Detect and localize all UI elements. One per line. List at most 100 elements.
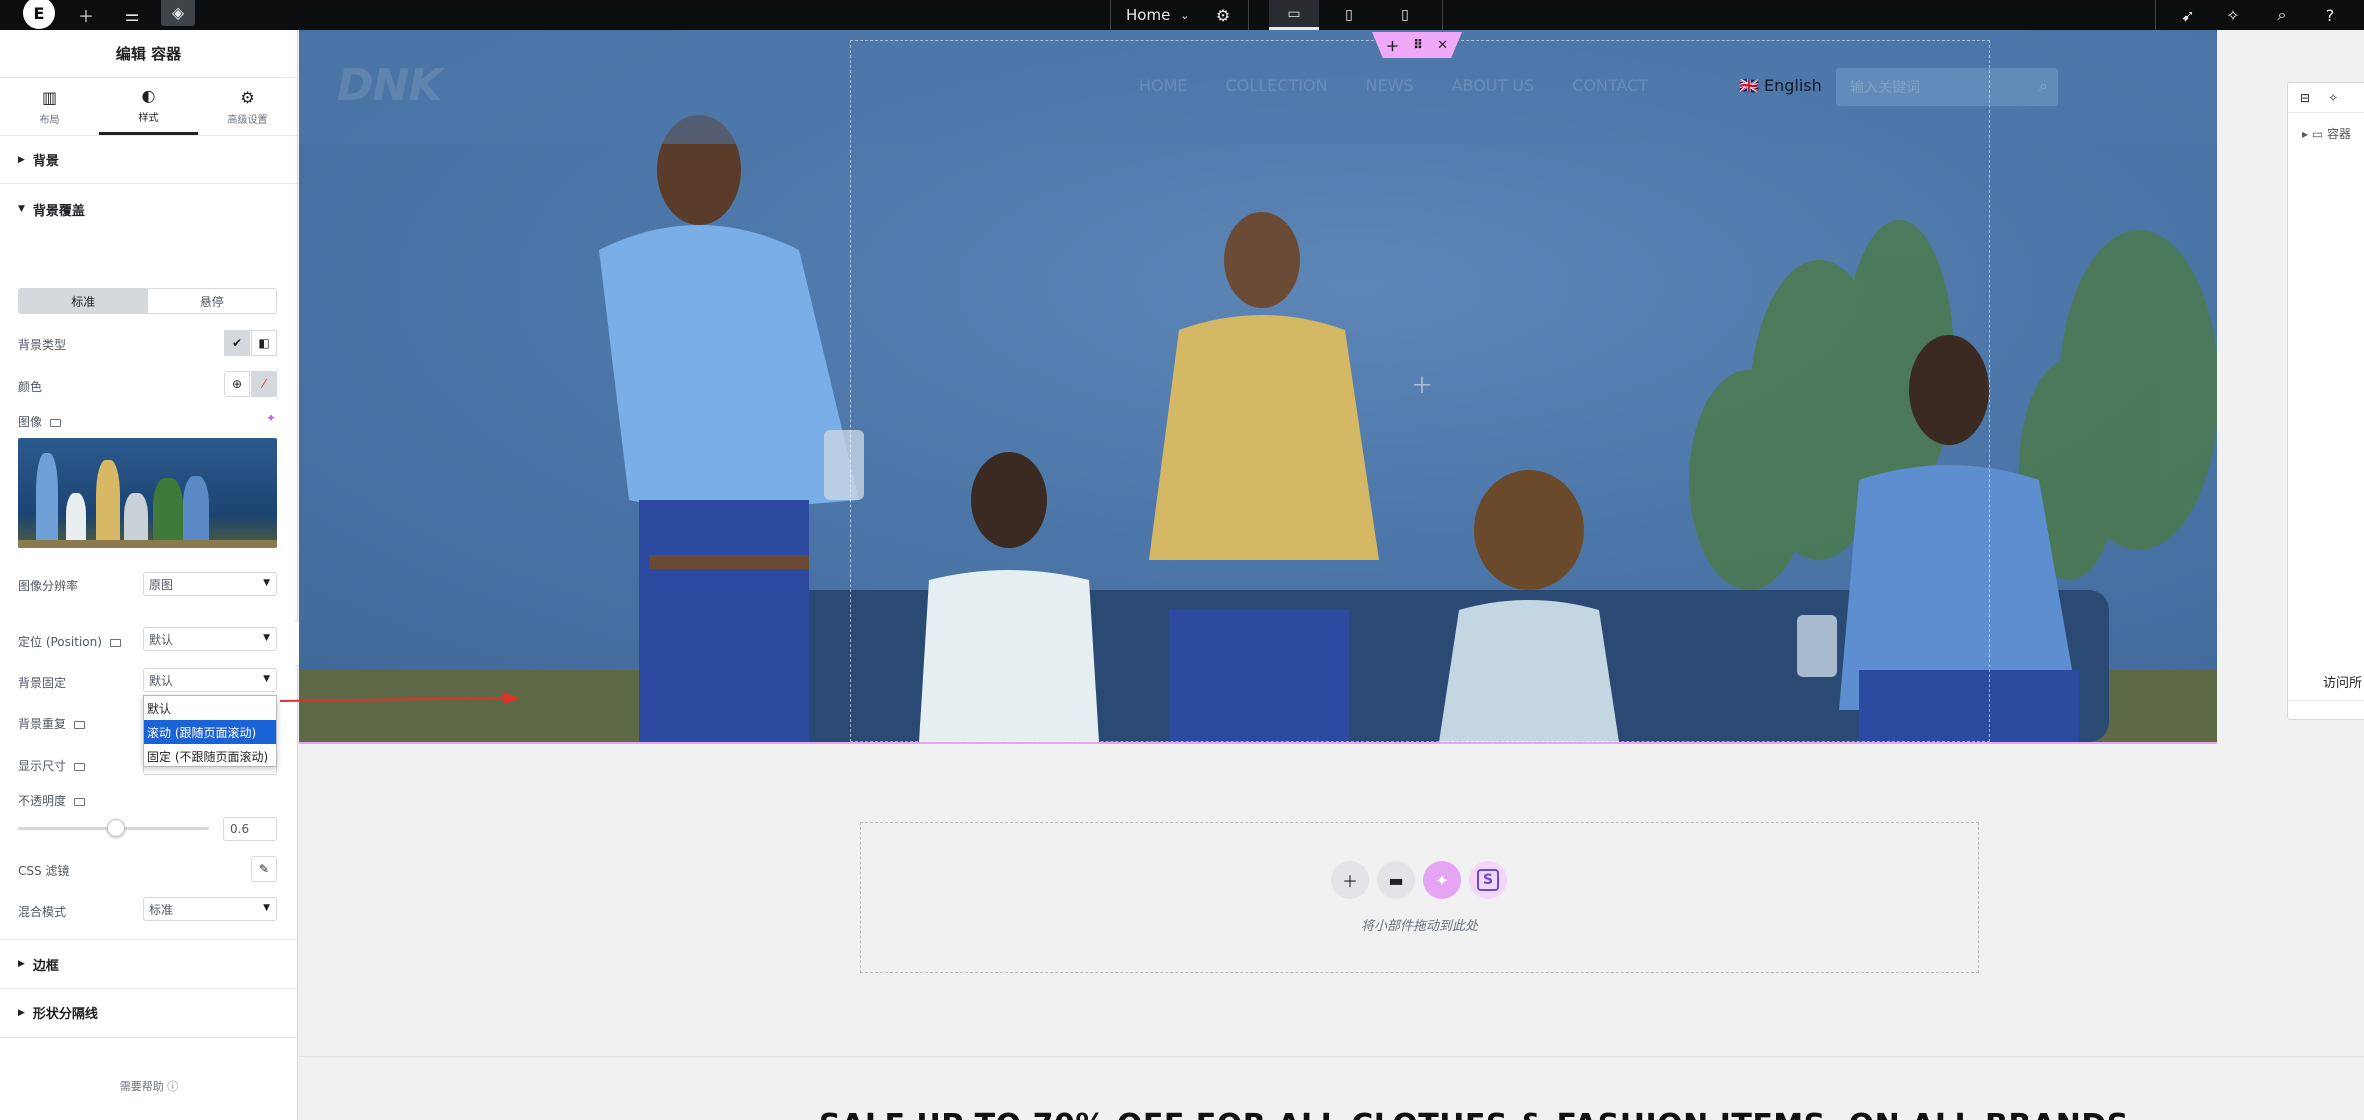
- caret-right-icon: ▶: [18, 154, 25, 165]
- container-handle[interactable]: ＋ ⠿ ✕: [1372, 32, 1462, 58]
- display-size-label-text: 显示尺寸: [18, 759, 67, 773]
- position-label-text: 定位 (Position): [18, 635, 102, 649]
- color-clear-icon[interactable]: ⁄: [251, 371, 277, 397]
- ai-sparkle-icon[interactable]: ✧: [2328, 91, 2338, 105]
- attachment-options-list: 默认 滚动 (跟随页面滚动) 固定 (不跟随页面滚动): [143, 695, 277, 767]
- annotation-arrow: [280, 692, 520, 704]
- sale-banner: SALE UP TO 70% OFF FOR ALL CLOTHES & FAS…: [819, 1108, 2129, 1120]
- css-filters-label: CSS 滤镜: [18, 864, 70, 878]
- image-preview[interactable]: [18, 438, 277, 548]
- select-value: 默认: [149, 673, 174, 688]
- select-value: 默认: [149, 632, 174, 647]
- tab-style[interactable]: ◐ 样式: [99, 78, 198, 135]
- repeat-label-text: 背景重复: [18, 717, 67, 731]
- desktop-icon: [109, 638, 121, 647]
- container-icon: ▭: [2311, 127, 2324, 141]
- separator: [1110, 0, 1111, 30]
- ai-sparkle-icon[interactable]: ✦: [266, 411, 276, 425]
- desktop-icon: [74, 720, 86, 729]
- section-label: 形状分隔线: [32, 1007, 98, 1022]
- image-resolution-select[interactable]: 原图 ▼: [143, 572, 277, 596]
- caret-right-icon: ▶: [18, 959, 25, 969]
- add-icon[interactable]: ＋: [1411, 368, 1433, 400]
- blend-mode-select[interactable]: 标准 ▼: [143, 897, 277, 921]
- tab-layout[interactable]: ▥ 布局: [0, 78, 99, 135]
- help-link[interactable]: 需要帮助 ⓘ: [0, 1078, 298, 1094]
- empty-container-dropzone[interactable]: ＋ ▬ ✦ S 将小部件拖动到此处: [860, 822, 1979, 973]
- drag-icon[interactable]: ⠿: [1413, 38, 1423, 53]
- navigator-item[interactable]: ▸ ▭ 容器: [2288, 113, 2364, 142]
- navigator-footer[interactable]: 访问所: [2323, 672, 2362, 691]
- select-value: 原图: [149, 577, 174, 592]
- edit-pencil-icon[interactable]: ✎: [251, 856, 277, 882]
- classic-check-icon[interactable]: ✔: [224, 330, 250, 356]
- page-name: Home: [1126, 6, 1171, 24]
- rocket-icon[interactable]: ➹: [2168, 0, 2208, 30]
- layers-icon[interactable]: ◈: [161, 0, 195, 26]
- layout-icon: ▥: [41, 87, 58, 107]
- page-selector[interactable]: Home ⌄: [1126, 0, 1190, 30]
- caret-down-icon: ▼: [18, 204, 25, 214]
- color-label: 颜色: [18, 380, 43, 394]
- repeat-label: 背景重复: [18, 715, 86, 732]
- opacity-input[interactable]: 0.6: [223, 817, 277, 841]
- desktop-icon: [74, 797, 86, 806]
- position-select[interactable]: 默认 ▼: [143, 627, 277, 651]
- add-icon[interactable]: ＋: [1331, 861, 1369, 899]
- attachment-label: 背景固定: [18, 676, 67, 690]
- help-icon: ⓘ: [167, 1080, 179, 1093]
- add-icon[interactable]: ＋: [1386, 36, 1399, 55]
- tab-advanced[interactable]: ⚙ 高级设置: [198, 78, 297, 135]
- opacity-label: 不透明度: [18, 792, 86, 809]
- tablet-icon[interactable]: ▯: [1324, 0, 1374, 30]
- option-fixed[interactable]: 固定 (不跟随页面滚动): [144, 744, 276, 768]
- section-divider: [299, 1056, 2364, 1057]
- image-label: 图像: [18, 413, 62, 430]
- select-value: 标准: [149, 902, 174, 917]
- tab-label: 高级设置: [227, 114, 268, 126]
- gear-icon[interactable]: ⚙: [1203, 0, 1243, 30]
- mobile-icon[interactable]: ▯: [1380, 0, 1430, 30]
- notifications-icon[interactable]: ✧: [2213, 0, 2253, 30]
- separator: [1442, 0, 1443, 30]
- contrast-icon: ◐: [141, 86, 156, 105]
- separator: [2155, 0, 2156, 30]
- display-size-label: 显示尺寸: [18, 757, 86, 774]
- option-default[interactable]: 默认: [144, 696, 276, 720]
- section-background-overlay[interactable]: ▼ 背景覆盖: [0, 184, 297, 234]
- section-label: 背景覆盖: [32, 203, 85, 219]
- desktop-icon[interactable]: ▭: [1269, 0, 1319, 30]
- state-normal[interactable]: 标准: [19, 289, 148, 313]
- search-icon[interactable]: ⌕: [2262, 0, 2302, 30]
- s-app-icon[interactable]: S: [1469, 861, 1507, 899]
- top-bar: E ＋ ⚌ ◈ Home ⌄ ⚙ ▭ ▯ ▯ ➹ ✧ ⌕ ?: [0, 0, 2364, 30]
- help-icon[interactable]: ?: [2310, 0, 2350, 30]
- dropzone-actions: ＋ ▬ ✦ S: [1331, 861, 1507, 899]
- folder-icon[interactable]: ▬: [1377, 861, 1415, 899]
- site-logo[interactable]: DNK: [337, 60, 442, 111]
- opacity-slider-handle[interactable]: [107, 819, 125, 837]
- section-label: 背景: [32, 154, 59, 169]
- state-hover[interactable]: 悬停: [148, 289, 277, 313]
- gradient-icon[interactable]: ◧: [251, 330, 277, 356]
- attachment-select[interactable]: 默认 ▼: [143, 668, 277, 692]
- add-icon[interactable]: ＋: [66, 0, 106, 30]
- search-icon[interactable]: ⌕: [2039, 76, 2048, 96]
- settings-sliders-icon[interactable]: ⚌: [112, 0, 152, 30]
- option-scroll[interactable]: 滚动 (跟随页面滚动): [144, 720, 276, 744]
- canvas: DNK HOME COLLECTION NEWS ABOUT US CONTAC…: [299, 30, 2364, 1120]
- tab-label: 布局: [39, 114, 60, 126]
- close-icon[interactable]: ✕: [1437, 38, 1448, 53]
- caret-right-icon: ▶: [18, 1007, 25, 1018]
- globe-icon[interactable]: ⊕: [224, 371, 250, 397]
- hero-section[interactable]: DNK HOME COLLECTION NEWS ABOUT US CONTAC…: [299, 30, 2217, 742]
- elementor-logo-icon[interactable]: E: [22, 0, 56, 30]
- panel-title: 编辑 容器: [0, 30, 297, 78]
- section-border[interactable]: ▶ 边框: [0, 939, 297, 989]
- section-background[interactable]: ▶ 背景: [0, 136, 297, 184]
- collapse-all-icon[interactable]: ⊟: [2300, 91, 2310, 105]
- section-label: 边框: [32, 958, 59, 974]
- section-shape-divider[interactable]: ▶ 形状分隔线: [0, 988, 297, 1038]
- ai-sparkle-icon[interactable]: ✦: [1423, 861, 1461, 899]
- image-resolution-label: 图像分辨率: [18, 579, 79, 593]
